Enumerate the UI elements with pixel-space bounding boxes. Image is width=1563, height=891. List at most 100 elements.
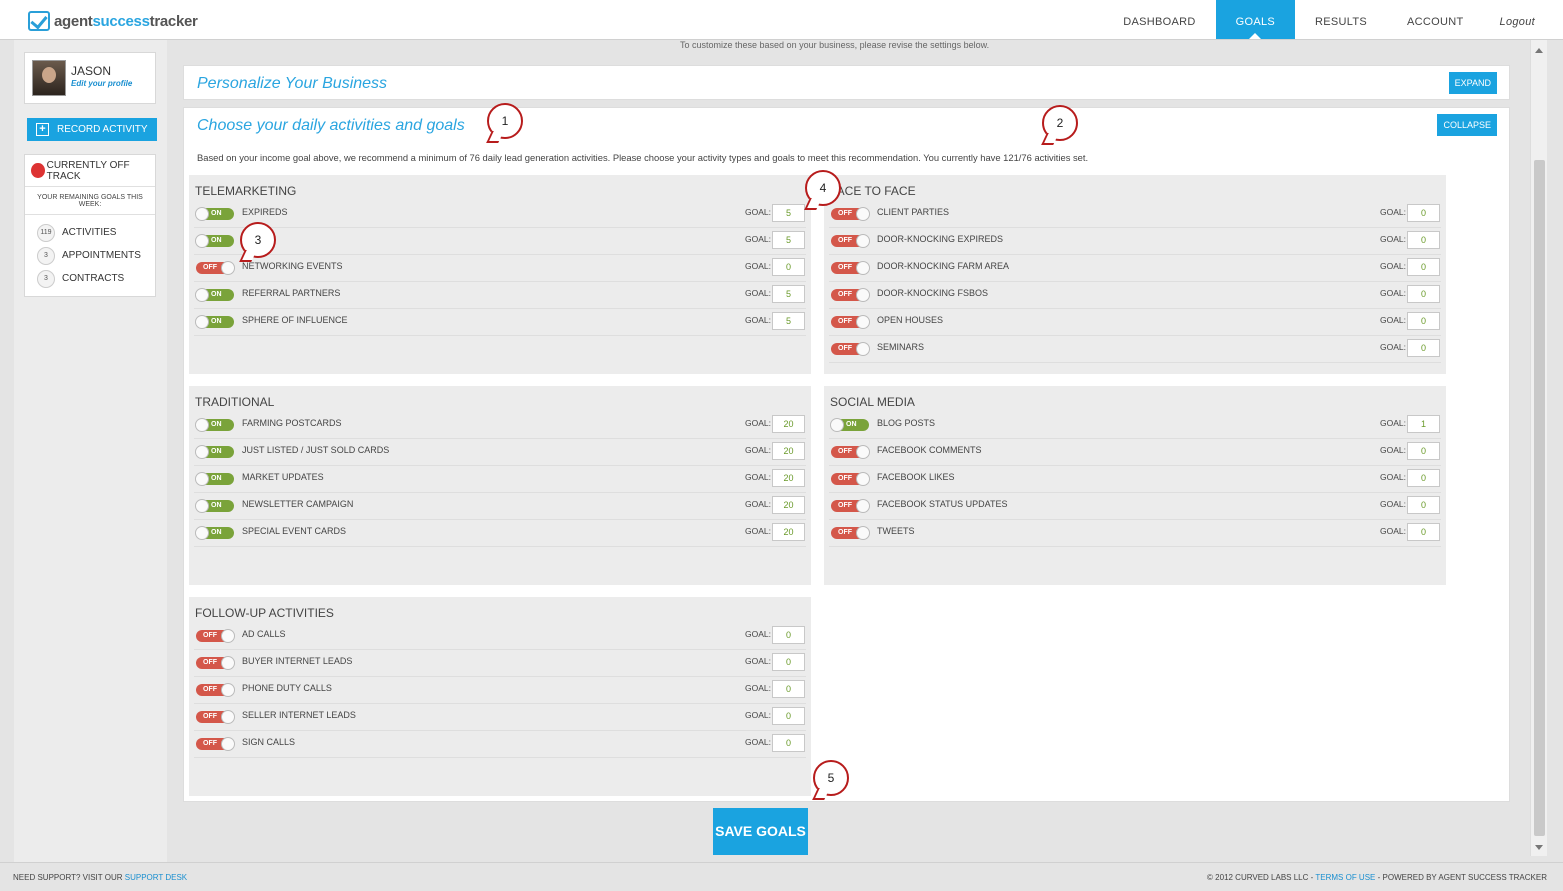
activity-toggle[interactable]: ON	[195, 526, 234, 540]
collapse-button[interactable]: COLLAPSE	[1437, 114, 1497, 136]
goal-input[interactable]	[1407, 204, 1440, 222]
remaining-activities[interactable]: 119 ACTIVITIES	[25, 221, 155, 244]
goal-input[interactable]	[772, 523, 805, 541]
track-status-box: CURRENTLY OFF TRACK YOUR REMAINING GOALS…	[24, 154, 156, 297]
activity-group: SOCIAL MEDIA ON BLOG POSTS GOAL: OFF FACEBOOK…	[824, 386, 1446, 585]
scroll-thumb[interactable]	[1534, 160, 1545, 836]
save-goals-button[interactable]: SAVE GOALS	[713, 808, 808, 855]
toggle-state: OFF	[203, 264, 217, 271]
avatar[interactable]	[32, 60, 66, 96]
toggle-state: ON	[211, 448, 222, 455]
goal-input[interactable]	[772, 204, 805, 222]
activity-toggle[interactable]: ON	[195, 207, 234, 221]
scroll-up-icon[interactable]	[1535, 48, 1543, 53]
activity-toggle[interactable]: OFF	[831, 499, 870, 513]
activity-row: ON EXPIREDS GOAL:	[194, 201, 806, 228]
activity-row: OFF SELLER INTERNET LEADS GOAL:	[194, 704, 806, 731]
nav-logout[interactable]: Logout	[1484, 0, 1563, 39]
goal-input[interactable]	[1407, 258, 1440, 276]
goal-input[interactable]	[1407, 442, 1440, 460]
goal-input[interactable]	[772, 258, 805, 276]
status-text: CURRENTLY OFF TRACK	[46, 159, 130, 182]
nav-goals[interactable]: GOALS	[1215, 0, 1296, 39]
nav-account[interactable]: ACCOUNT	[1387, 0, 1484, 39]
goal-input[interactable]	[772, 626, 805, 644]
remaining-appointments[interactable]: 3 APPOINTMENTS	[25, 244, 155, 267]
activity-toggle[interactable]: OFF	[196, 683, 235, 697]
goal-input[interactable]	[772, 680, 805, 698]
page-scrollbar[interactable]	[1530, 40, 1547, 856]
goal-input[interactable]	[772, 415, 805, 433]
activity-toggle[interactable]: OFF	[831, 315, 870, 329]
activity-toggle[interactable]: ON	[195, 418, 234, 432]
activity-toggle[interactable]: OFF	[831, 342, 870, 356]
goal-input[interactable]	[1407, 312, 1440, 330]
goal-input[interactable]	[772, 469, 805, 487]
activity-row: OFF PHONE DUTY CALLS GOAL:	[194, 677, 806, 704]
record-activity-button[interactable]: + RECORD ACTIVITY	[27, 118, 157, 141]
goal-input[interactable]	[772, 285, 805, 303]
activity-toggle[interactable]: ON	[195, 288, 234, 302]
terms-link[interactable]: TERMS OF USE	[1315, 873, 1375, 882]
activity-label: SELLER INTERNET LEADS	[242, 710, 356, 720]
activity-row: OFF NETWORKING EVENTS GOAL:	[194, 255, 806, 282]
toggle-state: ON	[211, 502, 222, 509]
goal-input[interactable]	[772, 734, 805, 752]
logo[interactable]: agentsuccesstracker	[28, 10, 198, 32]
footer: NEED SUPPORT? VISIT OUR SUPPORT DESK © 2…	[0, 862, 1563, 891]
activity-row: ON SPHERE OF INFLUENCE GOAL:	[194, 309, 806, 336]
activity-toggle[interactable]: OFF	[196, 261, 235, 275]
toggle-knob	[856, 342, 870, 356]
remaining-contracts[interactable]: 3 CONTRACTS	[25, 267, 155, 290]
activity-toggle[interactable]: ON	[195, 472, 234, 486]
activity-label: OPEN HOUSES	[877, 315, 944, 325]
footer-support: NEED SUPPORT? VISIT OUR SUPPORT DESK	[13, 873, 187, 882]
support-text: NEED SUPPORT? VISIT OUR	[13, 873, 123, 882]
activity-toggle[interactable]: OFF	[831, 526, 870, 540]
activity-toggle[interactable]: OFF	[831, 445, 870, 459]
expand-button[interactable]: EXPAND	[1448, 72, 1497, 94]
activity-toggle[interactable]: OFF	[831, 472, 870, 486]
activity-toggle[interactable]: OFF	[831, 207, 870, 221]
scroll-down-icon[interactable]	[1535, 845, 1543, 850]
activity-toggle[interactable]: OFF	[831, 261, 870, 275]
activity-toggle[interactable]: ON	[195, 234, 234, 248]
activity-toggle[interactable]: ON	[195, 315, 234, 329]
activity-toggle[interactable]: OFF	[196, 737, 235, 751]
activity-row: OFF DOOR-KNOCKING FARM AREA GOAL:	[829, 255, 1441, 282]
goal-input[interactable]	[772, 312, 805, 330]
activity-toggle[interactable]: OFF	[831, 288, 870, 302]
activity-toggle[interactable]: ON	[830, 418, 869, 432]
goal-label: GOAL:	[745, 418, 771, 428]
activity-toggle[interactable]: ON	[195, 499, 234, 513]
goal-input[interactable]	[1407, 415, 1440, 433]
goal-input[interactable]	[1407, 339, 1440, 357]
group-title: SOCIAL MEDIA	[830, 395, 915, 409]
remaining-goals-list: 119 ACTIVITIES 3 APPOINTMENTS 3 CONTRACT…	[25, 215, 155, 290]
activity-row: OFF FACEBOOK LIKES GOAL:	[829, 466, 1441, 493]
goal-input[interactable]	[772, 231, 805, 249]
goal-input[interactable]	[772, 442, 805, 460]
activity-toggle[interactable]: OFF	[196, 710, 235, 724]
activity-toggle[interactable]: ON	[195, 445, 234, 459]
sidebar: JASON Edit your profile + RECORD ACTIVIT…	[14, 40, 167, 862]
goal-input[interactable]	[772, 496, 805, 514]
support-desk-link[interactable]: SUPPORT DESK	[125, 873, 187, 882]
goal-input[interactable]	[772, 653, 805, 671]
toggle-knob	[856, 445, 870, 459]
toggle-state: OFF	[838, 529, 852, 536]
toggle-knob	[856, 472, 870, 486]
activity-row: OFF FACEBOOK COMMENTS GOAL:	[829, 439, 1441, 466]
activity-toggle[interactable]: OFF	[831, 234, 870, 248]
activity-toggle[interactable]: OFF	[196, 629, 235, 643]
nav-results[interactable]: RESULTS	[1295, 0, 1387, 39]
goal-input[interactable]	[1407, 496, 1440, 514]
goal-input[interactable]	[1407, 231, 1440, 249]
goal-input[interactable]	[1407, 285, 1440, 303]
activity-toggle[interactable]: OFF	[196, 656, 235, 670]
goal-input[interactable]	[772, 707, 805, 725]
nav-dashboard[interactable]: DASHBOARD	[1103, 0, 1215, 39]
edit-profile-link[interactable]: Edit your profile	[71, 79, 132, 88]
goal-input[interactable]	[1407, 469, 1440, 487]
goal-input[interactable]	[1407, 523, 1440, 541]
